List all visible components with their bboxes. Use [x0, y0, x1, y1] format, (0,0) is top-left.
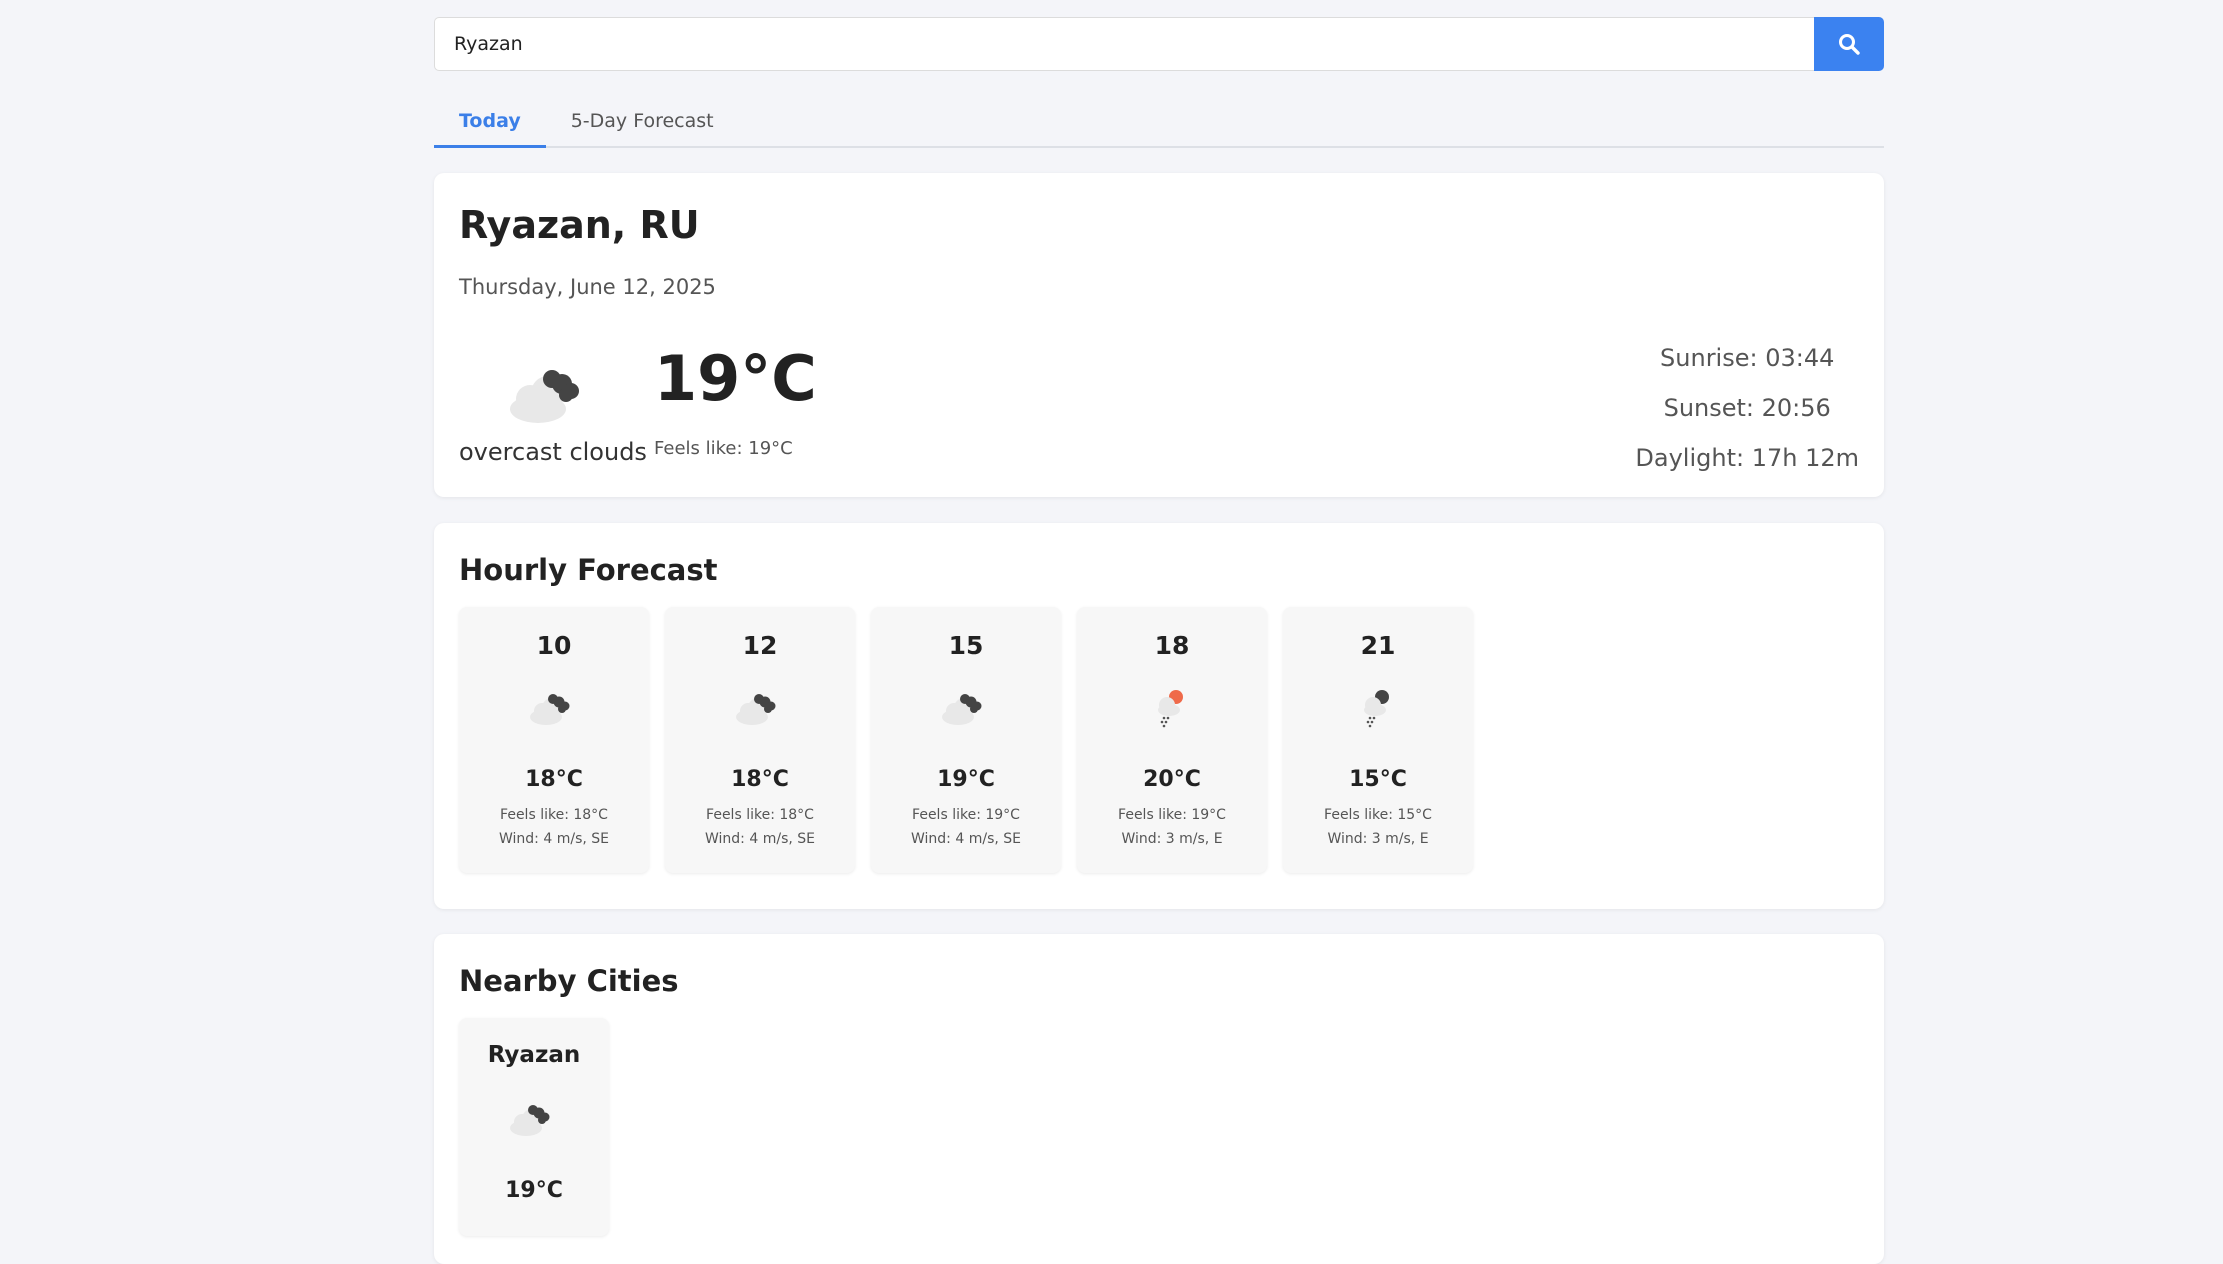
- overcast-clouds-icon: [942, 694, 982, 725]
- hour-temp: 18°C: [525, 767, 583, 792]
- overcast-clouds-icon: [736, 694, 776, 725]
- sun-rain-icon: [1158, 690, 1183, 728]
- hourly-item: 10 18°C Feels like: 18°C Wind: 4 m/s, SE: [459, 607, 649, 873]
- tab-today[interactable]: Today: [434, 96, 546, 148]
- hour-wind: Wind: 3 m/s, E: [1121, 831, 1223, 847]
- hourly-forecast-title: Hourly Forecast: [459, 553, 718, 587]
- tab-bar: Today 5-Day Forecast: [434, 96, 1884, 148]
- hourly-item: 18 20°C Feels like: 19°C Wind: 3 m/s, E: [1077, 607, 1267, 873]
- hour-feels-like: Feels like: 18°C: [706, 807, 814, 823]
- city-title: Ryazan, RU: [459, 203, 700, 247]
- nearby-list: Ryazan 19°C: [459, 1018, 609, 1236]
- hour-feels-like: Feels like: 18°C: [500, 807, 608, 823]
- feels-like: Feels like: 19°C: [654, 438, 793, 459]
- hour-wind: Wind: 4 m/s, SE: [911, 831, 1021, 847]
- current-temperature: 19°C: [654, 342, 817, 415]
- nearby-city-item[interactable]: Ryazan 19°C: [459, 1018, 609, 1236]
- hour-wind: Wind: 4 m/s, SE: [499, 831, 609, 847]
- nearby-city-name: Ryazan: [487, 1042, 581, 1068]
- weather-app: Today 5-Day Forecast Ryazan, RU Thursday…: [434, 17, 1884, 1264]
- hour-temp: 15°C: [1349, 767, 1407, 792]
- hour-feels-like: Feels like: 19°C: [1118, 807, 1226, 823]
- overcast-clouds-icon: [510, 1105, 550, 1136]
- condition-text: overcast clouds: [459, 438, 647, 466]
- hour-time: 18: [1154, 631, 1190, 660]
- overcast-clouds-icon: [510, 370, 579, 423]
- nearby-cities-title: Nearby Cities: [459, 964, 679, 998]
- hour-wind: Wind: 3 m/s, E: [1327, 831, 1429, 847]
- overcast-clouds-icon: [530, 694, 570, 725]
- sunset: Sunset: 20:56: [1663, 394, 1831, 422]
- search-button[interactable]: [1814, 17, 1884, 71]
- search-icon: [1839, 34, 1860, 55]
- hour-temp: 18°C: [731, 767, 789, 792]
- hour-wind: Wind: 4 m/s, SE: [705, 831, 815, 847]
- tab-5-day-forecast[interactable]: 5-Day Forecast: [546, 96, 739, 146]
- search-input[interactable]: [434, 17, 1814, 71]
- hour-time: 10: [536, 631, 572, 660]
- cloud-rain-icon: [1364, 690, 1389, 728]
- nearby-city-temp: 19°C: [505, 1178, 563, 1203]
- hourly-list: 10 18°C Feels like: 18°C Wind: 4 m/s, SE…: [459, 607, 1473, 873]
- daylight: Daylight: 17h 12m: [1635, 444, 1859, 472]
- hourly-forecast-card: Hourly Forecast 10 18°C Feels like: 18°C…: [434, 523, 1884, 909]
- hourly-item: 21 15°C Feels like: 15°C Wind: 3 m/s, E: [1283, 607, 1473, 873]
- hourly-item: 15 19°C Feels like: 19°C Wind: 4 m/s, SE: [871, 607, 1061, 873]
- current-date: Thursday, June 12, 2025: [459, 275, 716, 299]
- nearby-cities-card: Nearby Cities Ryazan 19°C: [434, 934, 1884, 1264]
- hour-time: 21: [1360, 631, 1396, 660]
- hour-feels-like: Feels like: 15°C: [1324, 807, 1432, 823]
- hour-temp: 19°C: [937, 767, 995, 792]
- current-weather-card: Ryazan, RU Thursday, June 12, 2025 overc…: [434, 173, 1884, 497]
- hour-time: 12: [742, 631, 778, 660]
- hourly-item: 12 18°C Feels like: 18°C Wind: 4 m/s, SE: [665, 607, 855, 873]
- search-bar: [434, 17, 1884, 71]
- hour-time: 15: [948, 631, 984, 660]
- sunrise: Sunrise: 03:44: [1660, 344, 1835, 372]
- hour-temp: 20°C: [1143, 767, 1201, 792]
- hour-feels-like: Feels like: 19°C: [912, 807, 1020, 823]
- sun-info: Sunrise: 03:44 Sunset: 20:56 Daylight: 1…: [1635, 333, 1859, 483]
